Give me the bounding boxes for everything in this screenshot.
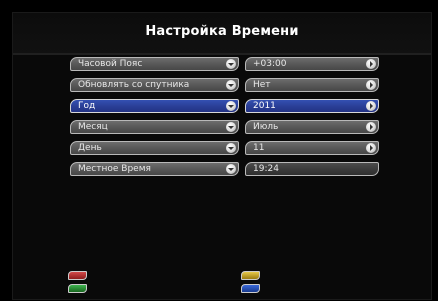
chevron-down-icon[interactable] xyxy=(226,59,236,69)
row-value: 11 xyxy=(253,143,265,153)
day-label-pill: День xyxy=(70,141,239,155)
row-year[interactable]: Год 2011 xyxy=(70,99,380,113)
row-satellite-update[interactable]: Обновлять со спутника Нет xyxy=(70,78,380,92)
row-month[interactable]: Месяц Июль xyxy=(70,120,380,134)
row-label: Местное Время xyxy=(78,164,151,174)
row-timezone[interactable]: Часовой Пояс +03:00 xyxy=(70,57,380,71)
month-value-pill[interactable]: Июль xyxy=(245,120,379,134)
time-settings-screen: Настройка Времени Часовой Пояс +03:00 Об… xyxy=(12,12,432,300)
page-title: Настройка Времени xyxy=(145,24,299,39)
row-value: Нет xyxy=(253,80,271,90)
row-label: Часовой Пояс xyxy=(78,59,143,69)
row-value: +03:00 xyxy=(253,59,287,69)
satellite-update-value-pill[interactable]: Нет xyxy=(245,78,379,92)
row-local-time[interactable]: Местное Время 19:24 xyxy=(70,162,380,176)
local-time-label-pill: Местное Время xyxy=(70,162,239,176)
year-value-pill[interactable]: 2011 xyxy=(245,99,379,113)
row-label: Обновлять со спутника xyxy=(78,80,190,90)
chevron-right-icon[interactable] xyxy=(366,59,376,69)
timezone-label-pill: Часовой Пояс xyxy=(70,57,239,71)
month-label-pill: Месяц xyxy=(70,120,239,134)
chevron-down-icon[interactable] xyxy=(226,122,236,132)
chevron-down-icon[interactable] xyxy=(226,80,236,90)
title-bar: Настройка Времени xyxy=(13,13,431,55)
chevron-down-icon[interactable] xyxy=(226,164,236,174)
row-day[interactable]: День 11 xyxy=(70,141,380,155)
yellow-button[interactable] xyxy=(241,271,260,280)
chevron-down-icon[interactable] xyxy=(226,101,236,111)
chevron-right-icon[interactable] xyxy=(366,122,376,132)
chevron-down-icon[interactable] xyxy=(226,143,236,153)
chevron-right-icon[interactable] xyxy=(366,101,376,111)
row-label: Месяц xyxy=(78,122,108,132)
blue-button[interactable] xyxy=(241,284,260,293)
chevron-right-icon[interactable] xyxy=(366,80,376,90)
row-value: 2011 xyxy=(253,101,276,111)
local-time-value-pill: 19:24 xyxy=(245,162,379,176)
timezone-value-pill[interactable]: +03:00 xyxy=(245,57,379,71)
red-button[interactable] xyxy=(68,271,87,280)
chevron-right-icon[interactable] xyxy=(366,143,376,153)
year-label-pill: Год xyxy=(70,99,239,113)
row-label: День xyxy=(78,143,102,153)
day-value-pill[interactable]: 11 xyxy=(245,141,379,155)
row-value: 19:24 xyxy=(253,164,279,174)
green-button[interactable] xyxy=(68,284,87,293)
row-value: Июль xyxy=(253,122,279,132)
row-label: Год xyxy=(78,101,96,111)
satellite-update-label-pill: Обновлять со спутника xyxy=(70,78,239,92)
